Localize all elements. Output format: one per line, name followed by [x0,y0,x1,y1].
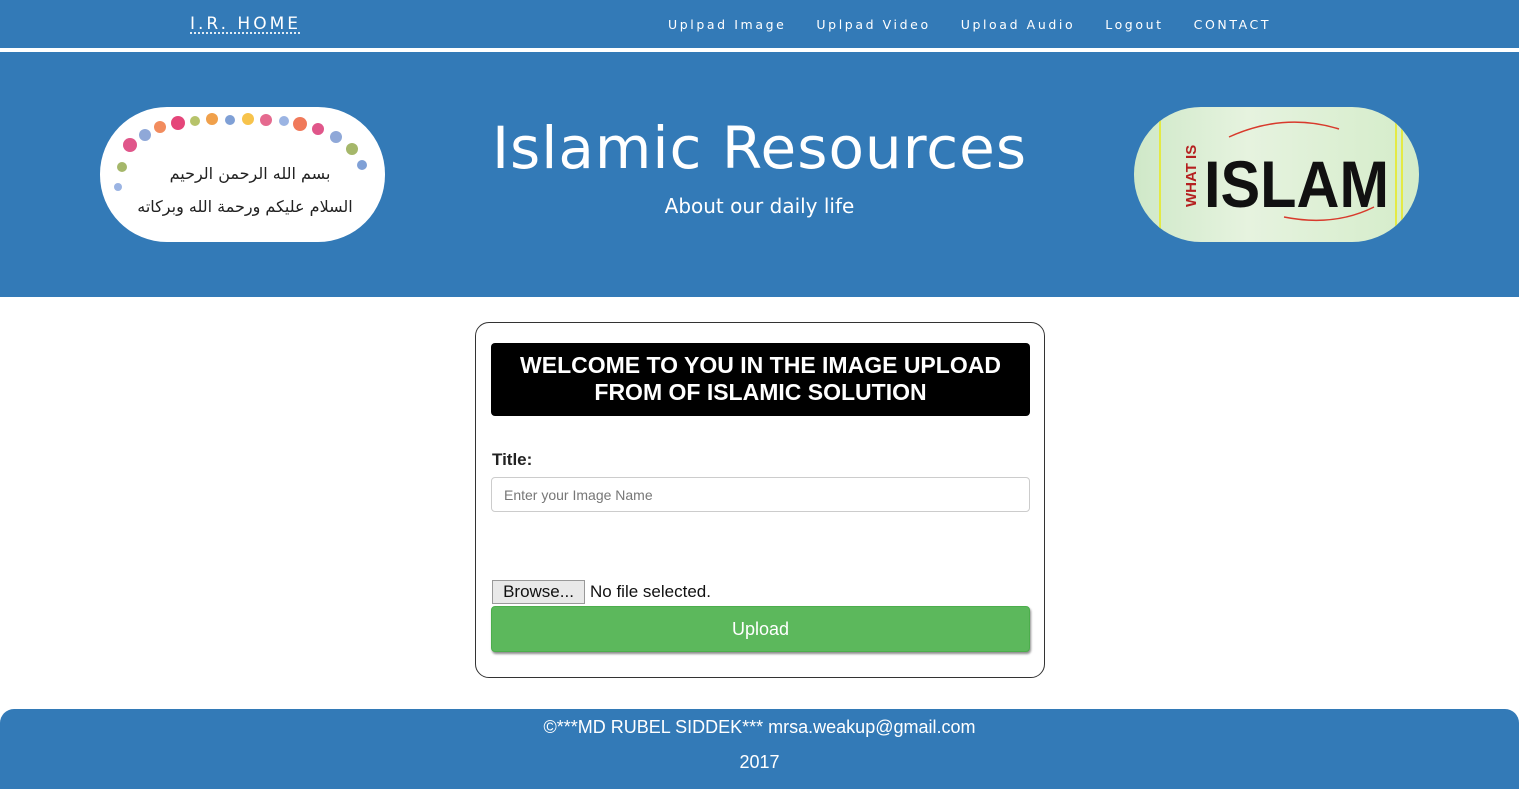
form-header: WELCOME TO YOU IN THE IMAGE UPLOAD FROM … [491,343,1030,416]
footer-credit: ©***MD RUBEL SIDDEK*** mrsa.weakup@gmail… [543,717,976,737]
nav-upload-image[interactable]: Uplpad Image [668,17,786,32]
top-navbar: I.R. HOME Uplpad Image Uplpad Video Uplo… [0,0,1519,50]
what-is-islam-image: WHAT IS ISLAM [1134,107,1419,242]
file-status-text: No file selected. [590,582,711,601]
svg-text:WHAT IS: WHAT IS [1183,145,1200,207]
hero-banner: بسم الله الرحمن الرحيم السلام عليكم ورحم… [0,52,1519,297]
upload-form-card: WELCOME TO YOU IN THE IMAGE UPLOAD FROM … [475,322,1045,678]
image-title-input[interactable] [491,477,1030,512]
nav-links: Uplpad Image Uplpad Video Upload Audio L… [668,17,1301,32]
brand-link[interactable]: I.R. HOME [190,14,301,34]
footer: ©***MD RUBEL SIDDEK*** mrsa.weakup@gmail… [0,709,1519,789]
browse-button[interactable]: Browse... [492,580,585,604]
upload-button[interactable]: Upload [491,606,1030,652]
title-label: Title: [492,450,533,469]
svg-text:ISLAM: ISLAM [1204,147,1389,221]
what-is-islam-graphic: WHAT IS ISLAM [1159,117,1403,232]
nav-contact[interactable]: CONTACT [1194,17,1271,32]
footer-year: 2017 [739,752,780,772]
nav-upload-audio[interactable]: Upload Audio [961,17,1076,32]
nav-upload-video[interactable]: Uplpad Video [816,17,930,32]
nav-logout[interactable]: Logout [1105,17,1163,32]
